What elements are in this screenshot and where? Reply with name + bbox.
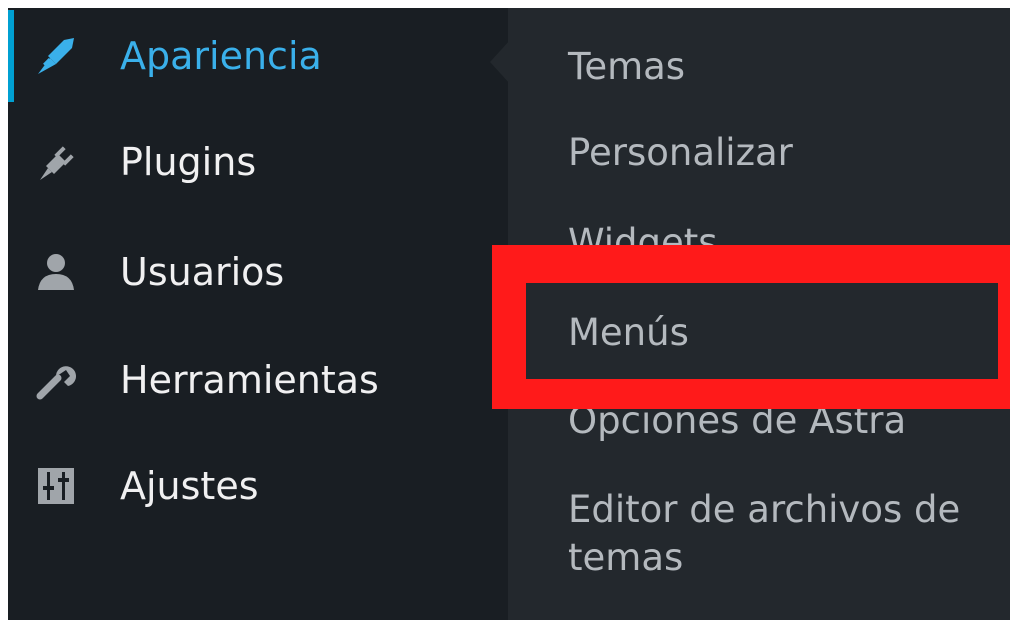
sliders-icon — [34, 464, 78, 508]
submenu-item-menus[interactable]: Menús — [568, 310, 689, 356]
sidebar-item-label: Ajustes — [120, 464, 259, 508]
submenu-item-opciones-astra[interactable]: Opciones de Astra — [568, 398, 906, 444]
sidebar-item-label: Plugins — [120, 140, 257, 184]
admin-sidebar: Apariencia Plugins Usuarios Herramientas… — [8, 8, 508, 620]
sidebar-item-label: Apariencia — [120, 34, 322, 78]
sidebar-item-usuarios[interactable]: Usuarios — [8, 226, 508, 318]
admin-menu-frame: Apariencia Plugins Usuarios Herramientas… — [8, 8, 1010, 620]
sidebar-item-herramientas[interactable]: Herramientas — [8, 334, 508, 426]
sidebar-item-plugins[interactable]: Plugins — [8, 116, 508, 208]
user-icon — [34, 250, 78, 294]
plug-icon — [34, 140, 78, 184]
sidebar-item-label: Herramientas — [120, 358, 379, 402]
submenu-item-widgets[interactable]: Widgets — [568, 220, 718, 266]
wrench-icon — [34, 358, 78, 402]
paintbrush-icon — [34, 34, 78, 78]
submenu-item-temas[interactable]: Temas — [568, 44, 685, 90]
submenu-apariencia: Temas Personalizar Widgets Menús Opcione… — [508, 8, 1010, 620]
sidebar-item-label: Usuarios — [120, 250, 285, 294]
sidebar-item-apariencia[interactable]: Apariencia — [8, 10, 508, 102]
sidebar-item-ajustes[interactable]: Ajustes — [8, 440, 508, 532]
submenu-item-editor-archivos-temas[interactable]: Editor de archivos de temas — [568, 486, 988, 582]
submenu-pointer — [490, 40, 510, 84]
submenu-item-personalizar[interactable]: Personalizar — [568, 130, 793, 176]
